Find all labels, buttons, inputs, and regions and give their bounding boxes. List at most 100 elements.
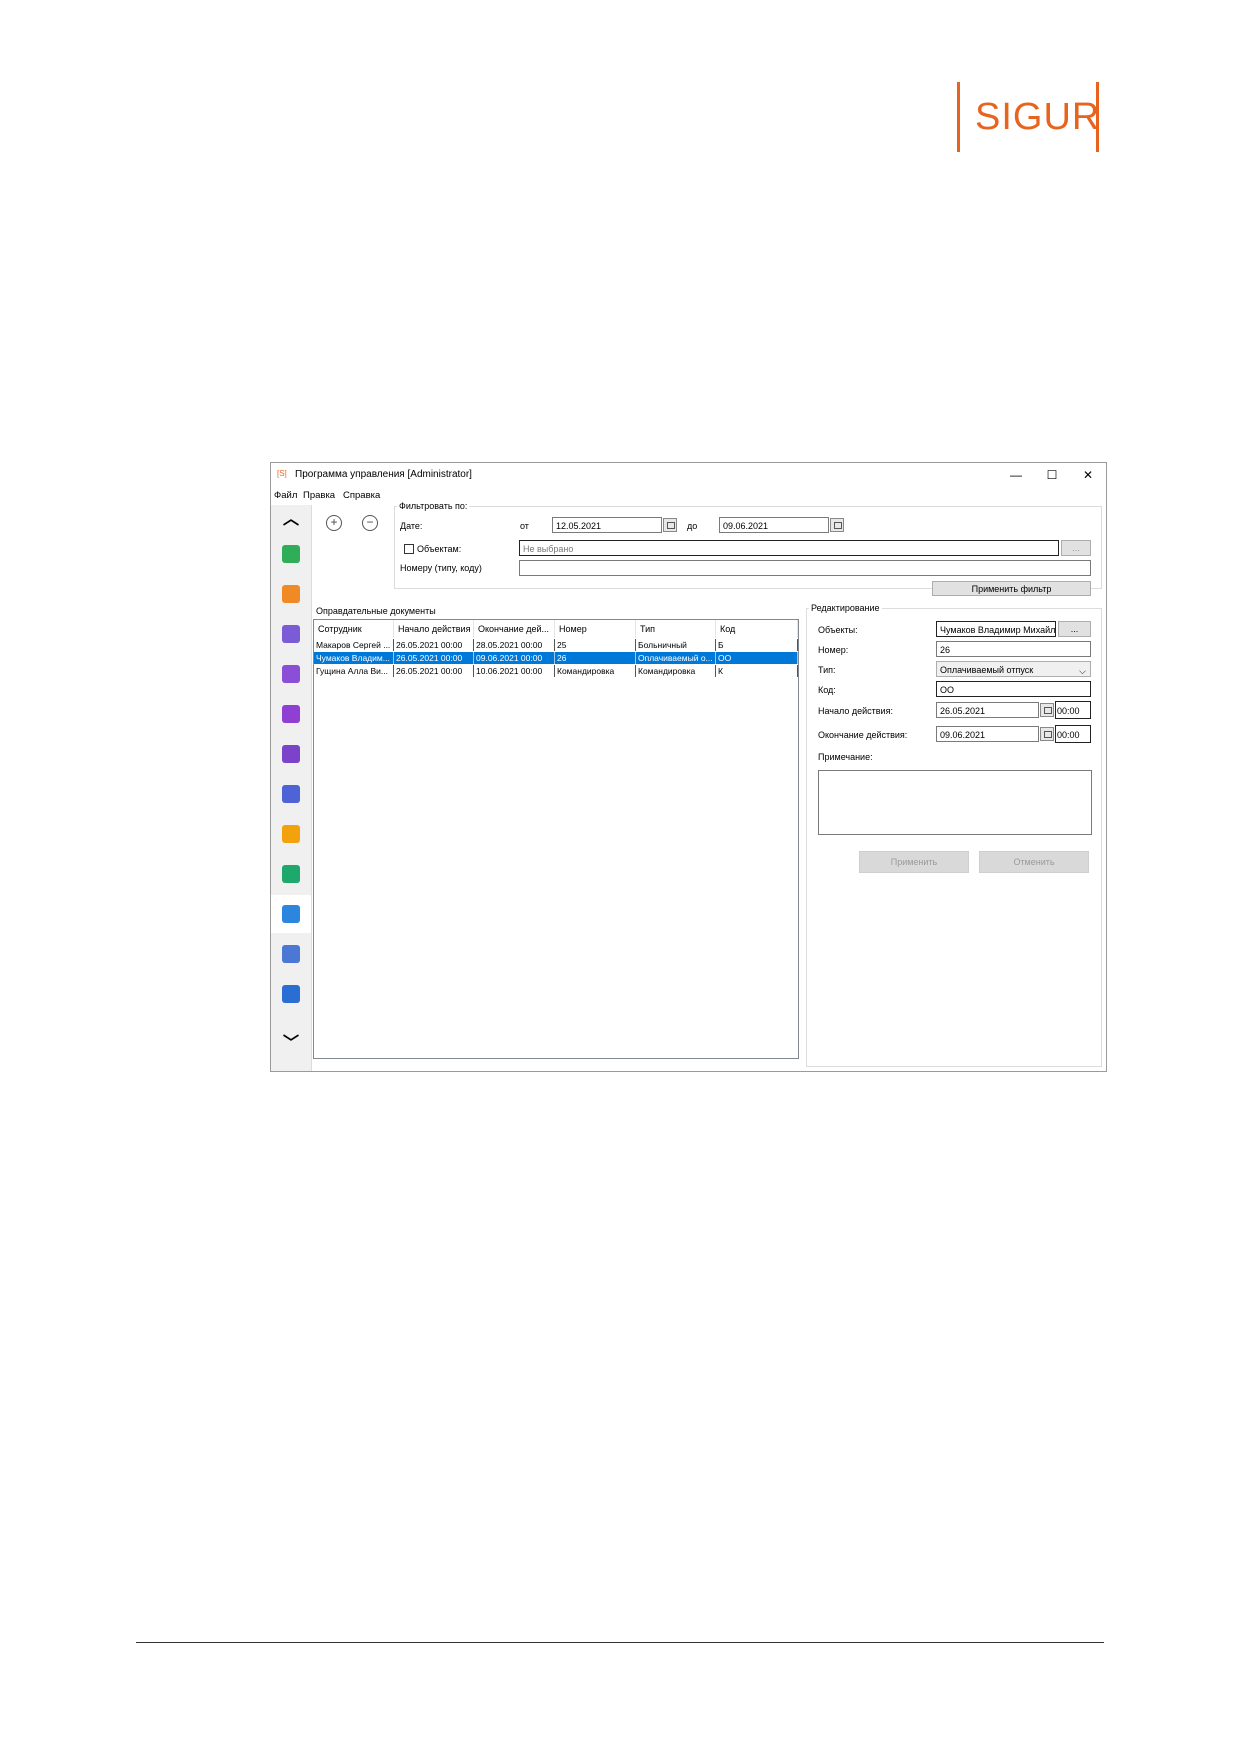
edit-end-time[interactable]: 00:00: [1055, 725, 1091, 743]
column-header[interactable]: Тип: [636, 620, 716, 638]
edit-objects-browse-button[interactable]: ...: [1058, 621, 1091, 637]
table-cell: Оплачиваемый о...: [636, 652, 716, 664]
id-card-alert-icon: [282, 665, 300, 683]
parking-list-icon: [282, 785, 300, 803]
table-cell: 09.06.2021 00:00: [474, 652, 555, 664]
edit-start-time[interactable]: 00:00: [1055, 701, 1091, 719]
menu-help[interactable]: Справка: [343, 490, 380, 501]
table-cell: 26.05.2021 00:00: [394, 652, 474, 664]
filter-to-date[interactable]: 09.06.2021: [719, 517, 829, 533]
sidebar-item-8[interactable]: [271, 815, 311, 853]
parking-card-icon: [282, 745, 300, 763]
table-cell: ОО: [716, 652, 798, 664]
monitor-icon: [282, 545, 300, 563]
app-window: [S] Программа управления [Administrator]…: [270, 462, 1107, 1072]
id-card-icon: [282, 625, 300, 643]
sidebar-item-4[interactable]: [271, 655, 311, 693]
sidebar-item-9[interactable]: [271, 855, 311, 893]
edit-legend: Редактирование: [811, 603, 880, 613]
chevron-up-icon[interactable]: ︿: [271, 505, 311, 535]
column-header[interactable]: Начало действия: [394, 620, 474, 638]
edit-type-select[interactable]: Оплачиваемый отпуск ⌵: [936, 661, 1091, 677]
filter-from-date[interactable]: 12.05.2021: [552, 517, 662, 533]
filter-date-label: Дате:: [400, 521, 423, 531]
edit-number-label: Номер:: [818, 645, 849, 655]
sidebar-item-3[interactable]: [271, 615, 311, 653]
edit-note-textarea[interactable]: [818, 770, 1092, 835]
table-row[interactable]: Макаров Сергей ... 26.05.2021 00:00 28.05.…: [314, 639, 798, 651]
sidebar-item-1[interactable]: [271, 535, 311, 573]
edit-note-label: Примечание:: [818, 752, 873, 762]
edit-objects-label: Объекты:: [818, 625, 858, 635]
sidebar-item-6[interactable]: [271, 735, 311, 773]
calendar-icon[interactable]: [1040, 727, 1054, 741]
filter-to-label: до: [687, 521, 698, 531]
logo-text: SIGUR: [975, 96, 1101, 138]
sidebar: ︿ ﹀: [271, 505, 312, 1071]
filter-from-label: от: [520, 521, 529, 531]
table-cell: 26.05.2021 00:00: [394, 665, 474, 677]
maximize-button[interactable]: ☐: [1034, 465, 1070, 485]
sidebar-item-12[interactable]: [271, 975, 311, 1013]
edit-end-date[interactable]: 09.06.2021: [936, 726, 1039, 742]
table-cell: 25: [555, 639, 636, 651]
menu-file[interactable]: Файл: [274, 490, 297, 501]
sidebar-item-10[interactable]: [271, 895, 311, 933]
column-header[interactable]: Код: [716, 620, 798, 638]
close-button[interactable]: ✕: [1070, 465, 1106, 485]
table-cell: 28.05.2021 00:00: [474, 639, 555, 651]
sidebar-item-5[interactable]: [271, 695, 311, 733]
add-icon[interactable]: +: [326, 515, 342, 531]
documents-icon: [282, 905, 300, 923]
remove-icon[interactable]: −: [362, 515, 378, 531]
calendar-icon[interactable]: [830, 518, 844, 532]
sidebar-item-2[interactable]: [271, 575, 311, 613]
parking-settings-icon: [282, 705, 300, 723]
table-row[interactable]: Чумаков Владим... 26.05.2021 00:00 09.06.2…: [314, 652, 798, 664]
users-icon: [282, 825, 300, 843]
column-header[interactable]: Окончание дей...: [474, 620, 555, 638]
filter-objects-field[interactable]: Не выбрано: [519, 540, 1059, 556]
edit-code-input[interactable]: ОО: [936, 681, 1091, 697]
menu-edit[interactable]: Правка: [303, 490, 335, 501]
sigur-logo: SIGUR: [957, 82, 1099, 152]
calendar-icon[interactable]: [1040, 703, 1054, 717]
calendar-icon[interactable]: [663, 518, 677, 532]
chevron-down-icon: ⌵: [1079, 666, 1086, 676]
filter-number-input[interactable]: [519, 560, 1091, 576]
edit-objects-field[interactable]: Чумаков Владимир Михайл...: [936, 621, 1056, 637]
edit-type-label: Тип:: [818, 665, 836, 675]
documents-table: Сотрудник Начало действия Окончание дей...…: [313, 619, 799, 1059]
filter-number-label: Номеру (типу, коду): [400, 563, 482, 573]
table-cell: Больничный: [636, 639, 716, 651]
logo-bar-right: [1096, 82, 1099, 152]
objects-checkbox[interactable]: [404, 544, 414, 554]
window-title: Программа управления [Administrator]: [295, 469, 472, 480]
footer-divider: [136, 1642, 1104, 1643]
chevron-down-icon[interactable]: ﹀: [271, 1029, 311, 1059]
car-alert-icon: [282, 945, 300, 963]
column-header[interactable]: Номер: [555, 620, 636, 638]
sidebar-item-11[interactable]: [271, 935, 311, 973]
edit-end-label: Окончание действия:: [818, 730, 908, 740]
edit-code-label: Код:: [818, 685, 836, 695]
filter-objects-browse-button[interactable]: ...: [1061, 540, 1091, 556]
apply-button[interactable]: Применить: [859, 851, 969, 873]
edit-type-value: Оплачиваемый отпуск: [940, 665, 1034, 675]
column-header[interactable]: Сотрудник: [314, 620, 394, 638]
apply-filter-button[interactable]: Применить фильтр: [932, 581, 1091, 596]
edit-number-input[interactable]: 26: [936, 641, 1091, 657]
filter-objects-label: Объектам:: [417, 544, 462, 554]
minimize-button[interactable]: —: [998, 465, 1034, 485]
sidebar-item-7[interactable]: [271, 775, 311, 813]
edit-start-label: Начало действия:: [818, 706, 893, 716]
cancel-button[interactable]: Отменить: [979, 851, 1089, 873]
table-cell: Б: [716, 639, 798, 651]
filter-legend: Фильтровать по:: [399, 501, 468, 511]
photo-frame-icon: [282, 585, 300, 603]
table-row[interactable]: Гущина Алла Ви... 26.05.2021 00:00 10.06.2…: [314, 665, 798, 677]
edit-start-date[interactable]: 26.05.2021: [936, 702, 1039, 718]
clock-chart-icon: [282, 865, 300, 883]
app-icon: [S]: [277, 469, 287, 478]
table-cell: Командировка: [555, 665, 636, 677]
